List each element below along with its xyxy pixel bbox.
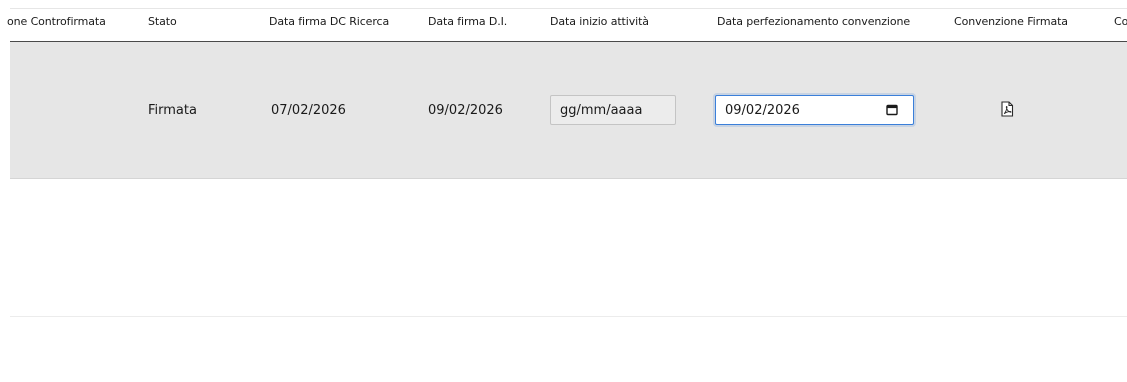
column-header-convenzione-controfirmata[interactable]: one Controfirmata	[7, 15, 106, 28]
cell-data-firma-di: 09/02/2026	[428, 103, 503, 118]
table-row-empty	[10, 179, 1127, 317]
column-header-data-inizio-attivita[interactable]: Data inizio attività	[550, 15, 649, 28]
table-row-empty	[10, 317, 1127, 382]
column-header-data-perfezionamento-convenzione[interactable]: Data perfezionamento convenzione	[717, 15, 910, 28]
pdf-file-icon[interactable]	[1000, 101, 1014, 117]
cell-data-firma-dc-ricerca: 07/02/2026	[271, 103, 346, 118]
column-header-convenzione-firmata[interactable]: Convenzione Firmata	[954, 15, 1068, 28]
table-header-row: one Controfirmata Stato Data firma DC Ri…	[7, 0, 1127, 42]
column-header-data-firma-di[interactable]: Data firma D.I.	[428, 15, 507, 28]
date-placeholder: gg/mm/aaaa	[560, 102, 643, 118]
column-header-data-firma-dc-ricerca[interactable]: Data firma DC Ricerca	[269, 15, 389, 28]
column-header-truncated[interactable]: Co	[1114, 15, 1127, 28]
column-header-stato[interactable]: Stato	[148, 15, 177, 28]
date-value: 09/02/2026	[725, 102, 800, 118]
convenzioni-table: one Controfirmata Stato Data firma DC Ri…	[0, 0, 1127, 382]
data-perfezionamento-convenzione-input[interactable]: 09/02/2026	[715, 95, 914, 125]
table-row[interactable]: Firmata 07/02/2026 09/02/2026 gg/mm/aaaa…	[10, 42, 1127, 179]
data-inizio-attivita-input[interactable]: gg/mm/aaaa	[550, 95, 676, 125]
cell-stato: Firmata	[148, 103, 197, 118]
calendar-icon[interactable]	[886, 104, 898, 116]
